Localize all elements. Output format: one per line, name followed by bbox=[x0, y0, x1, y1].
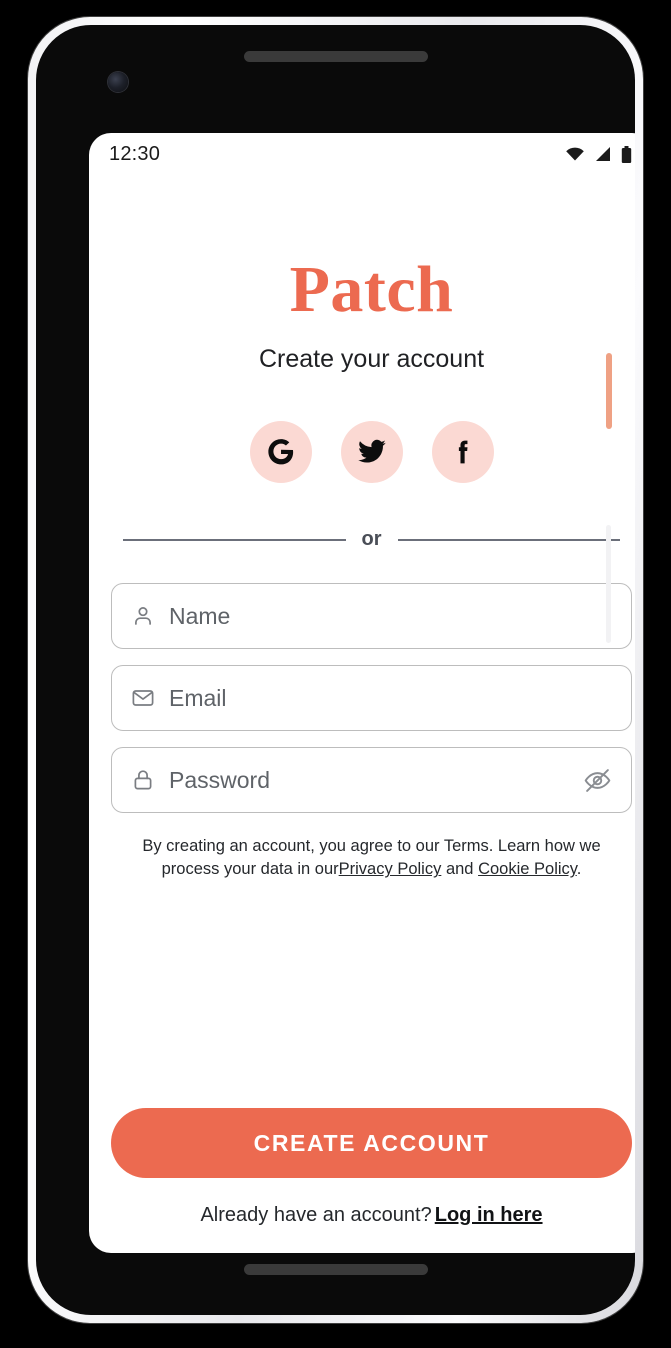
password-field-wrapper[interactable] bbox=[111, 747, 632, 813]
wifi-icon bbox=[566, 147, 584, 161]
page-title: Create your account bbox=[258, 345, 485, 373]
password-visibility-toggle[interactable] bbox=[581, 766, 613, 794]
envelope-icon bbox=[130, 685, 156, 711]
name-field-wrapper[interactable] bbox=[111, 583, 632, 649]
divider-line-left bbox=[123, 538, 346, 541]
twitter-login-button[interactable] bbox=[340, 421, 403, 483]
battery-icon bbox=[621, 145, 632, 163]
legal-line-2-prefix: your data in our bbox=[223, 860, 339, 879]
name-input[interactable] bbox=[169, 602, 613, 630]
status-bar-icons bbox=[565, 145, 632, 163]
facebook-icon bbox=[458, 440, 467, 464]
login-prompt-text: Already have an account? bbox=[200, 1204, 432, 1226]
email-field-wrapper[interactable] bbox=[111, 665, 632, 731]
facebook-login-button[interactable] bbox=[431, 421, 494, 483]
legal-period: . bbox=[576, 860, 582, 879]
privacy-policy-link[interactable]: Privacy Policy bbox=[339, 860, 442, 878]
person-icon bbox=[130, 603, 156, 629]
password-input[interactable] bbox=[169, 766, 581, 794]
flex-spacer bbox=[111, 882, 632, 1108]
phone-screen: 12:30 Patch Create your account or Name … bbox=[89, 133, 635, 1253]
legal-conjunction: and bbox=[445, 860, 474, 879]
status-bar: 12:30 bbox=[89, 133, 635, 175]
or-divider: or bbox=[111, 528, 632, 551]
twitter-icon bbox=[357, 439, 386, 463]
cookie-policy-link[interactable]: Cookie Policy bbox=[478, 860, 577, 878]
divider-label: or bbox=[361, 528, 382, 550]
log-in-here-link[interactable]: Log in here bbox=[435, 1204, 543, 1226]
front-camera bbox=[108, 72, 128, 92]
signup-content: Patch Create your account or Name Email … bbox=[89, 175, 635, 1253]
signup-form bbox=[111, 583, 632, 813]
volume-rocker-button[interactable] bbox=[606, 525, 611, 643]
eye-off-icon bbox=[584, 768, 610, 792]
lock-icon bbox=[130, 767, 156, 793]
google-login-button[interactable] bbox=[249, 421, 312, 483]
app-logo: Patch bbox=[289, 253, 454, 326]
phone-bezel: 12:30 Patch Create your account or Name … bbox=[36, 25, 635, 1315]
login-prompt: Already have an account? Log in here bbox=[111, 1204, 632, 1227]
cellular-signal-icon bbox=[596, 147, 610, 161]
social-login-row bbox=[111, 421, 632, 483]
divider-line-right bbox=[397, 538, 620, 541]
status-bar-time: 12:30 bbox=[109, 142, 161, 165]
bottom-speaker-grille bbox=[243, 1264, 428, 1275]
google-icon bbox=[267, 439, 293, 465]
legal-disclaimer: By creating an account, you agree to our… bbox=[111, 835, 632, 882]
earpiece-speaker bbox=[243, 51, 428, 62]
create-account-button[interactable]: CREATE ACCOUNT bbox=[111, 1108, 632, 1178]
power-button[interactable] bbox=[606, 353, 612, 429]
phone-frame: 12:30 Patch Create your account or Name … bbox=[28, 17, 643, 1323]
email-input[interactable] bbox=[169, 684, 613, 712]
